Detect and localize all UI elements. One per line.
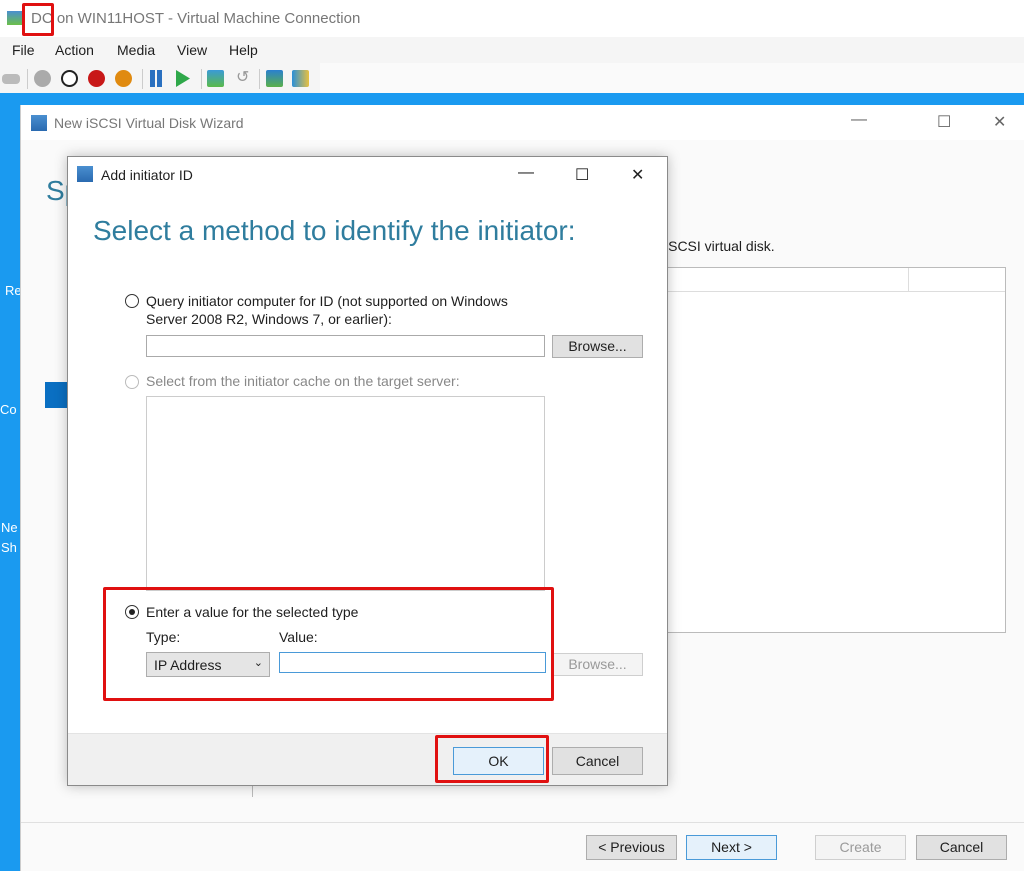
menu-help[interactable]: Help	[229, 42, 258, 58]
query-browse-button[interactable]: Browse...	[552, 335, 643, 358]
desktop-strip: Re Co Ne Sh	[0, 95, 22, 871]
separator	[201, 69, 202, 89]
toolbar-empty	[320, 63, 1024, 93]
save-icon[interactable]	[115, 70, 132, 87]
query-initiator-label: Query initiator computer for ID (not sup…	[146, 293, 508, 327]
desktop-icon-label[interactable]: Co	[0, 402, 17, 417]
wizard-table	[666, 267, 1006, 633]
turn-off-icon[interactable]	[61, 70, 78, 87]
vm-title-bar: DC on WIN11HOST - Virtual Machine Connec…	[0, 0, 1024, 37]
value-browse-button[interactable]: Browse...	[552, 653, 643, 676]
radio-query-initiator[interactable]	[125, 294, 139, 308]
revert-icon[interactable]: ↺	[236, 67, 253, 86]
enhanced-session-icon[interactable]	[266, 70, 283, 87]
checkpoint-icon[interactable]	[207, 70, 224, 87]
wizard-cancel-button[interactable]: Cancel	[916, 835, 1007, 860]
initiator-cache-list[interactable]	[146, 396, 545, 591]
menu-file[interactable]: File	[12, 42, 35, 58]
shutdown-icon[interactable]	[88, 70, 105, 87]
maximize-button[interactable]: ☐	[937, 112, 951, 132]
wizard-icon	[31, 115, 47, 131]
initiator-cache-label: Select from the initiator cache on the t…	[146, 373, 460, 389]
separator	[142, 69, 143, 89]
resume-icon[interactable]	[176, 70, 190, 87]
dialog-title: Add initiator ID	[101, 167, 193, 183]
vm-window-title: DC on WIN11HOST - Virtual Machine Connec…	[31, 10, 361, 27]
highlight-box	[435, 735, 549, 783]
dialog-minimize-button[interactable]: —	[518, 164, 534, 182]
radio-initiator-cache[interactable]	[125, 375, 139, 389]
menu-action[interactable]: Action	[55, 42, 94, 58]
create-button[interactable]: Create	[815, 835, 906, 860]
wizard-title: New iSCSI Virtual Disk Wizard	[54, 115, 244, 131]
table-header	[667, 268, 1005, 292]
desktop-icon-label[interactable]: Sh	[1, 540, 17, 555]
menu-view[interactable]: View	[177, 42, 207, 58]
ctrl-alt-del-icon[interactable]	[2, 74, 20, 84]
desktop-icon-label[interactable]: Ne	[1, 520, 18, 535]
highlight-box	[103, 587, 554, 701]
wizard-description: iSCSI virtual disk.	[665, 238, 775, 254]
query-initiator-input[interactable]	[146, 335, 545, 357]
nav-divider	[252, 785, 253, 797]
menu-media[interactable]: Media	[117, 42, 155, 58]
dialog-icon	[77, 166, 93, 182]
minimize-button[interactable]: —	[851, 111, 867, 129]
share-icon[interactable]	[292, 70, 309, 87]
toolbar: ↺	[0, 63, 320, 93]
footer-divider	[21, 822, 1024, 823]
close-button[interactable]: ✕	[993, 112, 1006, 132]
highlight-box	[22, 3, 54, 36]
dialog-maximize-button[interactable]: ☐	[575, 165, 589, 185]
wizard-title-bar: New iSCSI Virtual Disk Wizard — ☐ ✕	[21, 105, 1024, 140]
dialog-cancel-button[interactable]: Cancel	[552, 747, 643, 775]
dialog-close-button[interactable]: ✕	[631, 165, 644, 185]
previous-button[interactable]: < Previous	[586, 835, 677, 860]
separator	[27, 69, 28, 89]
vm-app-icon	[7, 11, 23, 25]
menu-bar: File Action Media View Help	[0, 37, 1024, 63]
dialog-heading: Select a method to identify the initiato…	[93, 215, 576, 246]
separator	[259, 69, 260, 89]
pause-icon[interactable]	[150, 70, 162, 87]
start-icon[interactable]	[34, 70, 51, 87]
next-button[interactable]: Next >	[686, 835, 777, 860]
column-divider	[908, 268, 909, 292]
